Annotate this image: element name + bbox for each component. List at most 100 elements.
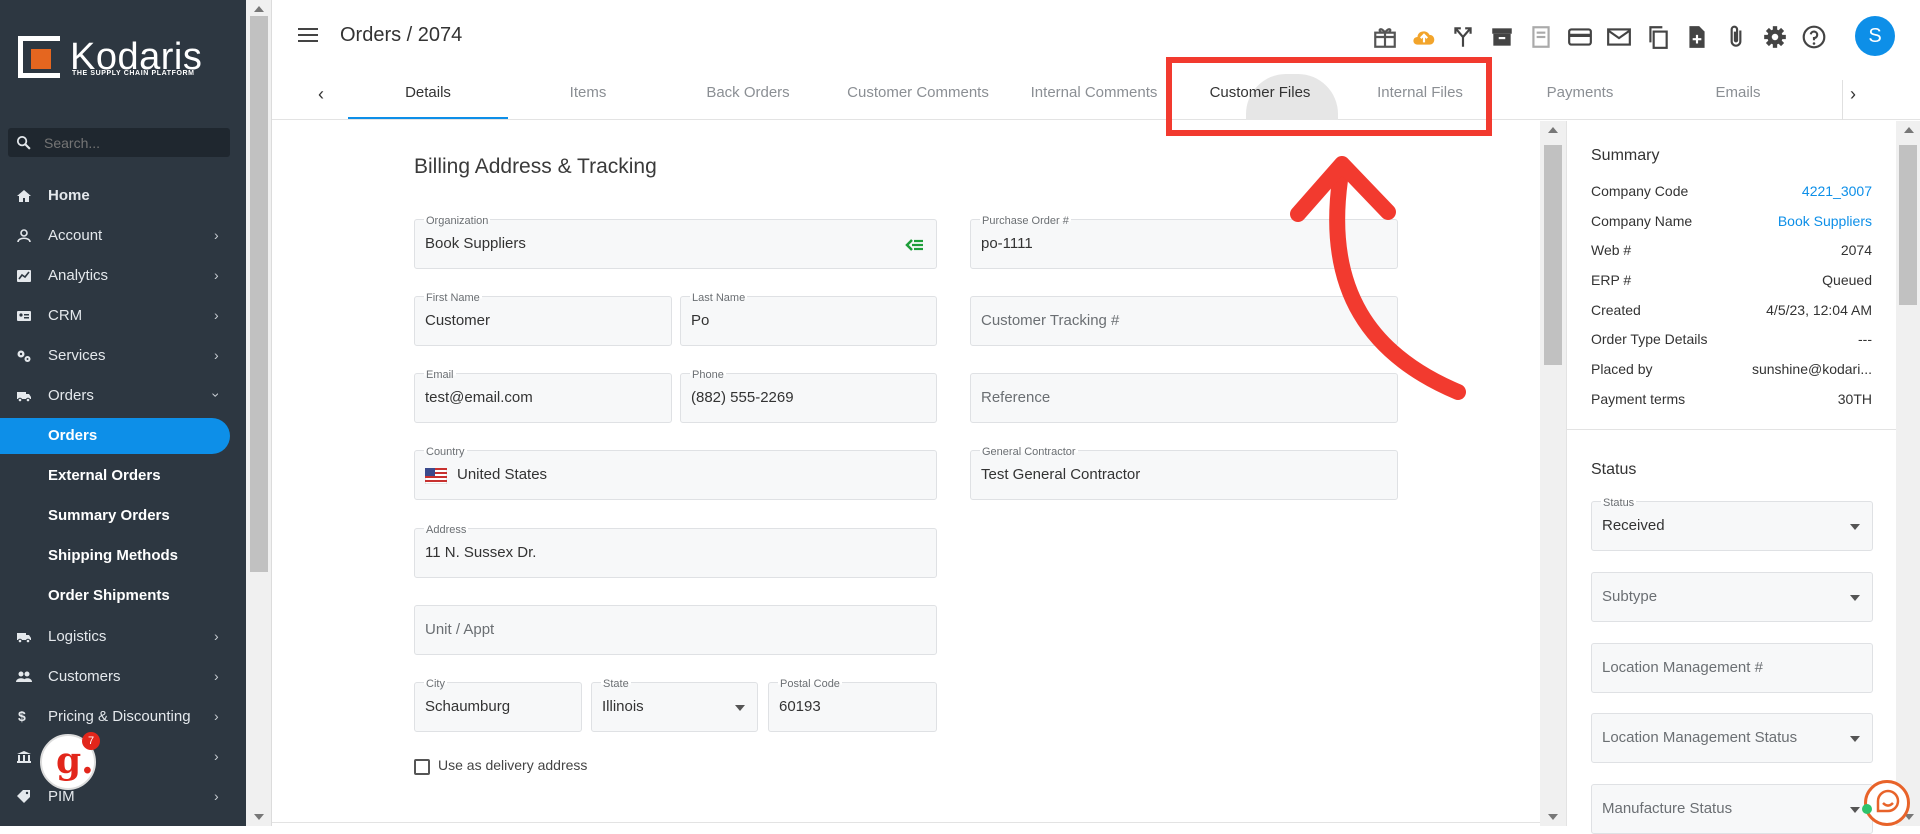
country-field[interactable]: Country United States xyxy=(414,446,937,500)
kodaris-logo[interactable]: Kodaris THE SUPPLY CHAIN PLATFORM xyxy=(18,36,218,82)
tab-prev-arrow-icon[interactable]: ‹ xyxy=(318,84,324,105)
us-flag-icon xyxy=(425,468,447,484)
copy-icon[interactable] xyxy=(1645,24,1671,50)
scroll-up-icon[interactable] xyxy=(1904,127,1914,133)
help-icon[interactable] xyxy=(1801,24,1827,50)
delivery-address-checkbox[interactable] xyxy=(414,759,430,775)
sidebar-subitem-shipping-methods[interactable]: Shipping Methods xyxy=(0,538,246,574)
phone-field[interactable]: Phone (882) 555-2269 xyxy=(680,369,937,423)
tab-internal-comments[interactable]: Internal Comments xyxy=(1014,84,1174,101)
scroll-up-icon[interactable] xyxy=(1548,127,1558,133)
customer-tracking-field[interactable]: Customer Tracking # xyxy=(970,296,1398,346)
attachment-icon[interactable] xyxy=(1723,24,1749,50)
sidebar-subitem-external-orders[interactable]: External Orders xyxy=(0,458,246,494)
field-label: General Contractor xyxy=(980,446,1078,458)
receipt-icon[interactable] xyxy=(1528,24,1554,50)
reference-field[interactable]: Reference xyxy=(970,373,1398,423)
sidebar-item-crm[interactable]: CRM › xyxy=(0,298,246,334)
archive-icon[interactable] xyxy=(1489,24,1515,50)
chevron-right-icon: › xyxy=(214,788,219,804)
status-select[interactable]: Status Received xyxy=(1591,497,1873,551)
bank-icon xyxy=(17,751,31,763)
summary-key: Web # xyxy=(1591,242,1632,258)
sidebar-item-analytics[interactable]: Analytics › xyxy=(0,258,246,294)
tab-items[interactable]: Items xyxy=(508,84,668,101)
chevron-right-icon: › xyxy=(214,347,219,363)
sidebar-item-account[interactable]: Account › xyxy=(0,218,246,254)
file-add-icon[interactable] xyxy=(1684,24,1710,50)
company-name-link[interactable]: Book Suppliers xyxy=(1778,213,1872,229)
manufacture-status-select[interactable]: Manufacture Status xyxy=(1591,784,1873,834)
scrollbar-thumb[interactable] xyxy=(1899,145,1917,305)
sidebar-item-customers[interactable]: Customers › xyxy=(0,659,246,695)
chat-support-button[interactable] xyxy=(1864,780,1910,826)
sidebar-scrollbar[interactable] xyxy=(246,0,272,826)
sidebar-subitem-orders[interactable]: Orders xyxy=(0,418,230,454)
sidebar-item-logistics[interactable]: Logistics › xyxy=(0,619,246,655)
divider xyxy=(272,822,1540,826)
tab-next-arrow-icon[interactable]: › xyxy=(1850,84,1856,105)
address-field[interactable]: Address 11 N. Sussex Dr. xyxy=(414,524,937,578)
form-scrollbar[interactable] xyxy=(1540,121,1566,826)
tab-customer-comments[interactable]: Customer Comments xyxy=(838,84,998,101)
sidebar-item-orders[interactable]: Orders › xyxy=(0,378,246,414)
active-tab-indicator xyxy=(348,117,508,119)
unit-field[interactable]: Unit / Appt xyxy=(414,605,937,655)
location-management-field[interactable]: Location Management # xyxy=(1591,643,1873,693)
merge-icon[interactable] xyxy=(1450,24,1476,50)
subtype-select[interactable]: Subtype xyxy=(1591,572,1873,622)
sidebar-subitem-summary-orders[interactable]: Summary Orders xyxy=(0,498,246,534)
dropdown-arrow-icon xyxy=(1850,807,1860,813)
user-avatar[interactable]: S xyxy=(1855,16,1895,56)
online-status-dot xyxy=(1862,804,1872,814)
purchase-order-field[interactable]: Purchase Order # po-1111 xyxy=(970,215,1398,269)
g-helper-badge[interactable]: g. 7 xyxy=(40,732,100,790)
summary-title: Summary xyxy=(1591,147,1660,164)
sidebar-item-services[interactable]: Services › xyxy=(0,338,246,374)
email-field[interactable]: Email test@email.com xyxy=(414,369,672,423)
scroll-down-icon[interactable] xyxy=(254,814,264,820)
summary-scrollbar[interactable] xyxy=(1896,121,1920,826)
general-contractor-field[interactable]: General Contractor Test General Contract… xyxy=(970,446,1398,500)
summary-value: sunshine@kodari... xyxy=(1751,361,1872,377)
cloud-upload-icon[interactable] xyxy=(1411,24,1437,50)
sidebar: Kodaris THE SUPPLY CHAIN PLATFORM Home A… xyxy=(0,0,246,826)
hamburger-menu-icon[interactable] xyxy=(298,26,320,44)
location-status-select[interactable]: Location Management Status xyxy=(1591,713,1873,763)
chevron-right-icon: › xyxy=(214,307,219,323)
sidebar-item-pim[interactable]: PIM › xyxy=(0,779,246,815)
city-field[interactable]: City Schaumburg xyxy=(414,678,582,732)
mail-icon[interactable] xyxy=(1606,24,1632,50)
sidebar-item-pricing[interactable]: $ Pricing & Discounting › xyxy=(0,699,246,735)
tab-back-orders[interactable]: Back Orders xyxy=(668,84,828,101)
organization-field[interactable]: Organization Book Suppliers xyxy=(414,215,937,269)
scroll-up-icon[interactable] xyxy=(254,6,264,12)
sidebar-subitem-order-shipments[interactable]: Order Shipments xyxy=(0,578,246,614)
sidebar-item-bank[interactable]: › xyxy=(0,739,246,775)
chevron-down-icon: › xyxy=(208,392,225,398)
summary-key: Company Name xyxy=(1591,213,1693,229)
tab-emails[interactable]: Emails xyxy=(1658,84,1818,101)
gear-icon[interactable] xyxy=(1762,24,1788,50)
scroll-down-icon[interactable] xyxy=(1548,814,1558,820)
scrollbar-thumb[interactable] xyxy=(250,16,268,572)
scrollbar-thumb[interactable] xyxy=(1544,145,1562,365)
field-value: test@email.com xyxy=(425,389,533,406)
field-placeholder: Unit / Appt xyxy=(425,621,495,638)
last-name-field[interactable]: Last Name Po xyxy=(680,292,937,346)
first-name-field[interactable]: First Name Customer xyxy=(414,292,672,346)
gift-icon[interactable] xyxy=(1372,24,1398,50)
sidebar-search[interactable] xyxy=(8,128,230,157)
sidebar-item-home[interactable]: Home xyxy=(0,178,246,214)
postal-code-field[interactable]: Postal Code 60193 xyxy=(768,678,937,732)
tab-payments[interactable]: Payments xyxy=(1500,84,1660,101)
organization-link-icon[interactable] xyxy=(904,237,924,253)
summary-key: Created xyxy=(1591,302,1641,318)
field-placeholder: Reference xyxy=(981,389,1051,406)
state-select[interactable]: State Illinois xyxy=(591,678,758,732)
tab-details[interactable]: Details xyxy=(348,84,508,101)
field-placeholder: Location Management # xyxy=(1602,659,1763,676)
company-code-link[interactable]: 4221_3007 xyxy=(1802,183,1872,199)
credit-card-icon[interactable] xyxy=(1567,24,1593,50)
search-input[interactable] xyxy=(44,132,224,153)
